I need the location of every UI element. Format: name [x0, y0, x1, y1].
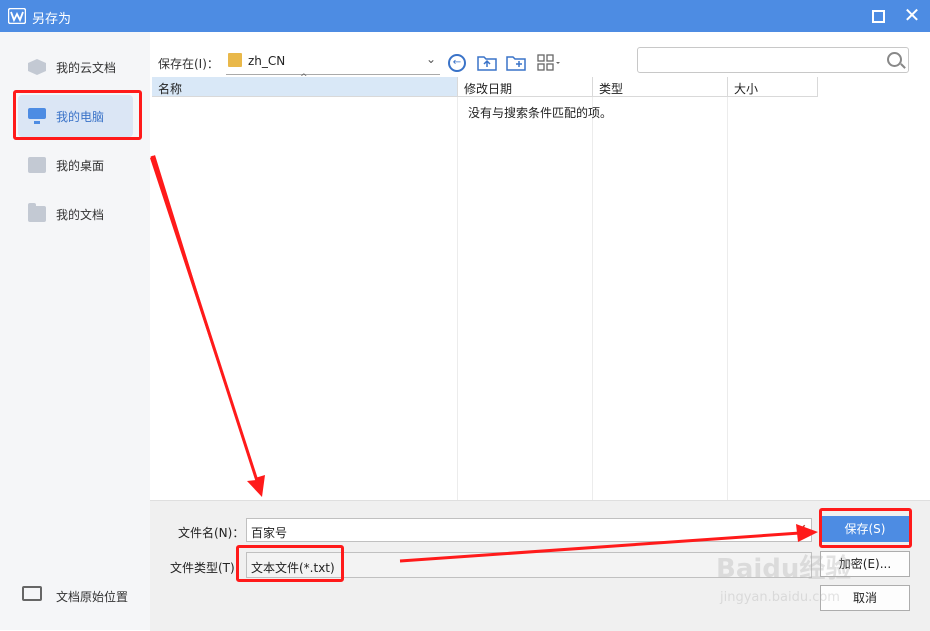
empty-message: 没有与搜索条件匹配的项。	[468, 106, 613, 120]
baidu-jingyan-watermark: Baidu经验 jingyan.baidu.com	[716, 554, 852, 605]
column-divider	[592, 97, 593, 500]
original-location-label: 文档原始位置	[56, 590, 129, 604]
up-folder-button[interactable]	[476, 51, 498, 73]
column-divider	[457, 97, 458, 500]
column-divider	[727, 97, 728, 500]
highlight-save-button	[819, 508, 912, 548]
sidebar-item-documents[interactable]: 我的文档	[18, 193, 133, 235]
highlight-filetype	[236, 545, 344, 582]
close-button[interactable]: ✕	[900, 4, 924, 28]
sidebar-item-desktop[interactable]: 我的桌面	[18, 144, 133, 186]
chevron-down-icon: ⌄	[425, 52, 436, 66]
folder-outline-icon	[22, 586, 42, 601]
desktop-icon	[28, 157, 46, 173]
folder-icon	[28, 203, 46, 222]
filename-value: 百家号	[251, 526, 288, 540]
location-value: zh_CN	[248, 54, 286, 68]
cloud-doc-icon	[28, 59, 46, 75]
back-button[interactable]: ←	[448, 54, 466, 72]
maximize-icon	[872, 10, 885, 23]
column-header-type[interactable]: 类型	[593, 77, 728, 97]
file-list[interactable]: ^ 名称 修改日期 类型 大小 没有与搜索条件匹配的项。	[152, 73, 930, 500]
folder-icon	[228, 53, 242, 67]
column-header-modified[interactable]: 修改日期	[458, 77, 593, 97]
maximize-button[interactable]	[866, 4, 890, 28]
search-icon	[887, 52, 902, 67]
new-folder-button[interactable]	[505, 51, 527, 73]
column-header-size[interactable]: 大小	[728, 77, 818, 97]
search-input[interactable]	[637, 47, 909, 73]
save-in-label: 保存在(I)：	[158, 57, 219, 71]
filename-label: 文件名(N)：	[178, 526, 245, 540]
view-menu-button[interactable]	[536, 51, 564, 73]
location-dropdown[interactable]: zh_CN ⌄	[226, 48, 440, 75]
title-bar: 另存为 ✕	[0, 0, 930, 32]
original-location-button[interactable]: 文档原始位置	[20, 580, 145, 610]
wps-logo-icon	[8, 8, 26, 24]
window-title: 另存为	[32, 12, 72, 27]
sidebar-item-label: 我的文档	[56, 208, 105, 222]
sidebar-item-label: 我的云文档	[56, 61, 117, 75]
highlight-my-computer	[13, 90, 142, 140]
column-header-name[interactable]: ^ 名称	[152, 73, 458, 97]
filename-input[interactable]: 百家号 ✕	[246, 518, 812, 542]
sidebar-item-cloud-docs[interactable]: 我的云文档	[18, 46, 133, 88]
sort-ascending-icon: ^	[300, 73, 308, 83]
clear-icon[interactable]: ✕	[795, 522, 807, 538]
sidebar-item-label: 我的桌面	[56, 159, 105, 173]
